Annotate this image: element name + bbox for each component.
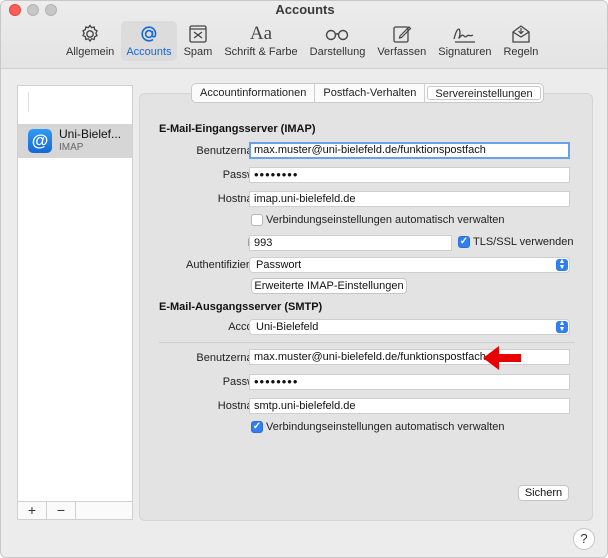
port-field[interactable]: 993 <box>249 235 452 251</box>
at-icon <box>138 22 160 46</box>
rules-envelope-icon <box>510 22 532 46</box>
incoming-password-field[interactable]: •••••••• <box>249 167 570 183</box>
toolbar-label: Regeln <box>503 46 539 58</box>
preferences-window: Accounts Allgemein Accounts Spam Aa Schr… <box>0 0 608 558</box>
toolbar-label: Spam <box>183 46 213 58</box>
smtp-account-value: Uni-Bielefeld <box>256 321 319 333</box>
font-icon: Aa <box>249 23 273 44</box>
annotation-arrow-icon <box>483 346 521 370</box>
titlebar: Accounts Allgemein Accounts Spam Aa Schr… <box>1 1 607 69</box>
smtp-account-popup[interactable]: Uni-Bielefeld ▲ ▼ <box>249 319 570 335</box>
outgoing-hostname-field[interactable]: smtp.uni-bielefeld.de <box>249 398 570 414</box>
account-name: Uni-Bielef... <box>59 127 122 141</box>
preferences-toolbar: Allgemein Accounts Spam Aa Schrift & Far… <box>61 21 545 63</box>
incoming-username-field[interactable]: max.muster@uni-bielefeld.de/funktionspos… <box>249 142 570 159</box>
add-account-button[interactable]: + <box>18 502 47 519</box>
glasses-icon <box>324 22 350 46</box>
account-type: IMAP <box>59 142 84 153</box>
incoming-auto-manage-checkbox[interactable] <box>251 214 263 226</box>
auth-popup[interactable]: Passwort ▲ ▼ <box>249 257 570 273</box>
chevron-updown-icon: ▲ ▼ <box>556 320 568 333</box>
toolbar-label: Verfassen <box>377 46 427 58</box>
tab-servereinstellungen[interactable]: Servereinstellungen <box>427 86 541 100</box>
tab-postfach-verhalten[interactable]: Postfach-Verhalten <box>315 84 426 102</box>
compose-icon <box>391 22 413 46</box>
outgoing-section-title: E-Mail-Ausgangsserver (SMTP) <box>159 301 323 313</box>
auth-value: Passwort <box>256 259 302 271</box>
tls-label: TLS/SSL verwenden <box>473 236 574 248</box>
toolbar-label: Allgemein <box>66 46 115 58</box>
settings-tabs: Accountinformationen Postfach-Verhalten … <box>191 83 544 103</box>
tab-accountinformationen[interactable]: Accountinformationen <box>192 84 316 102</box>
advanced-imap-button[interactable]: Erweiterte IMAP-Einstellungen <box>251 278 407 294</box>
account-at-icon: @ <box>28 129 52 153</box>
help-button[interactable]: ? <box>573 528 595 550</box>
tls-checkbox[interactable]: ✓ <box>458 236 470 248</box>
window-title: Accounts <box>275 2 335 17</box>
spam-tray-icon <box>187 22 209 46</box>
outgoing-password-field[interactable]: •••••••• <box>249 374 570 390</box>
sidebar-item-uni-bielefeld[interactable]: @ Uni-Bielef... IMAP <box>18 124 132 158</box>
incoming-section-title: E-Mail-Eingangsserver (IMAP) <box>159 123 316 135</box>
accounts-sidebar: @ Uni-Bielef... IMAP <box>17 85 133 519</box>
toolbar-item-verfassen[interactable]: Verfassen <box>372 21 431 61</box>
toolbar-item-schrift-farbe[interactable]: Aa Schrift & Farbe <box>219 21 302 61</box>
toolbar-item-regeln[interactable]: Regeln <box>498 21 543 61</box>
toolbar-item-spam[interactable]: Spam <box>179 21 218 61</box>
toolbar-label: Darstellung <box>309 46 366 58</box>
save-button[interactable]: Sichern <box>518 485 569 501</box>
toolbar-item-accounts[interactable]: Accounts <box>121 21 177 61</box>
gear-icon <box>79 22 101 46</box>
remove-account-button[interactable]: − <box>47 502 76 519</box>
outgoing-auto-manage-checkbox[interactable]: ✓ <box>251 421 263 433</box>
chevron-updown-icon: ▲ ▼ <box>556 258 568 271</box>
toolbar-label: Signaturen <box>438 46 492 58</box>
outgoing-auto-manage-label: Verbindungseinstellungen automatisch ver… <box>266 421 505 433</box>
signature-icon <box>452 22 478 46</box>
toolbar-item-signaturen[interactable]: Signaturen <box>433 21 496 61</box>
toolbar-item-darstellung[interactable]: Darstellung <box>305 21 371 61</box>
toolbar-label: Schrift & Farbe <box>224 46 298 58</box>
incoming-hostname-field[interactable]: imap.uni-bielefeld.de <box>249 191 570 207</box>
sidebar-actions: + − <box>17 501 133 520</box>
incoming-auto-manage-label: Verbindungseinstellungen automatisch ver… <box>266 214 505 226</box>
toolbar-item-allgemein[interactable]: Allgemein <box>61 21 119 61</box>
toolbar-label: Accounts <box>126 46 172 58</box>
sidebar-placeholder <box>28 92 58 112</box>
